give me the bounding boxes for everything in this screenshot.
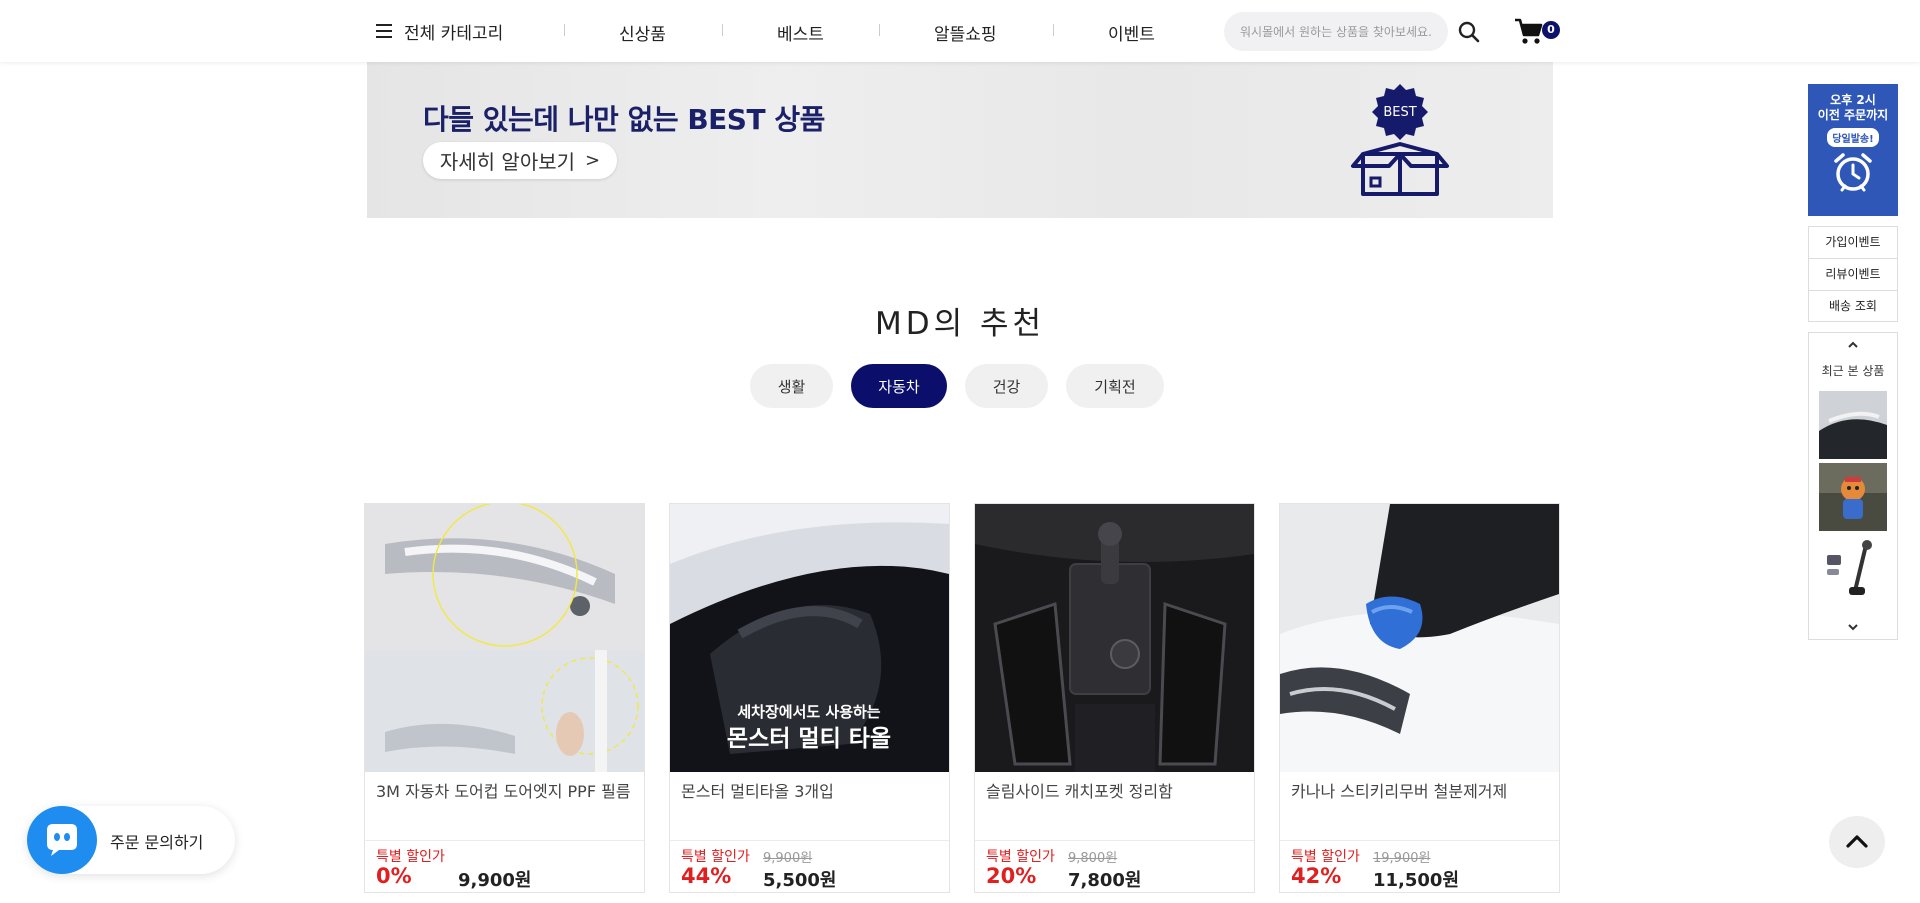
site-header: 전체 카테고리 신상품 베스트 알뜰쇼핑 이벤트 0	[0, 0, 1920, 62]
special-price-label: 특별 할인가	[986, 849, 1055, 865]
banner-button-label: 자세히 알아보기	[439, 150, 576, 174]
menu-icon	[376, 24, 392, 38]
sale-price: 11,500원	[1373, 870, 1460, 891]
md-category-tabs: 생활 자동차 건강 기획전	[750, 364, 1164, 408]
nav-divider	[564, 24, 565, 36]
search-icon[interactable]	[1457, 20, 1481, 44]
side-link-signup-event[interactable]: 가입이벤트	[1808, 226, 1898, 258]
search-input[interactable]	[1240, 24, 1440, 39]
original-price: 9,900원	[763, 851, 813, 866]
sale-price: 5,500원	[763, 870, 837, 891]
nav-divider	[879, 24, 880, 36]
side-link-delivery-tracking[interactable]: 배송 조회	[1808, 290, 1898, 322]
side-link-review-event[interactable]: 리뷰이벤트	[1808, 258, 1898, 290]
product-divider	[365, 840, 644, 841]
cart-count-badge: 0	[1542, 21, 1560, 39]
scroll-to-top-button[interactable]	[1829, 816, 1885, 868]
order-inquiry-chat-button[interactable]: 주문 문의하기	[27, 806, 235, 874]
chevron-up-icon	[1846, 835, 1868, 848]
discount-rate: 44%	[681, 864, 732, 888]
search-box	[1224, 12, 1448, 51]
banner-title: 다들 있는데 나만 없는 BEST 상품	[423, 103, 825, 136]
discount-rate: 20%	[986, 864, 1037, 888]
product-list: 3M 자동차 도어컵 도어엣지 PPF 필름 특별 할인가 0% 9,900원 …	[364, 503, 1560, 893]
special-price-label: 특별 할인가	[681, 849, 750, 865]
tab-health[interactable]: 건강	[965, 364, 1048, 408]
tab-promotion[interactable]: 기획전	[1066, 364, 1164, 408]
best-badge-text: BEST	[1383, 105, 1416, 120]
recent-product-thumb[interactable]	[1819, 463, 1887, 531]
same-day-shipping-banner[interactable]: 오후 2시 이전 주문까지 당일발송!	[1808, 84, 1898, 216]
product-name: 카나나 스티키리무버 철분제거제	[1291, 782, 1508, 801]
chat-icon	[27, 806, 97, 874]
side-links: 가입이벤트 리뷰이벤트 배송 조회	[1808, 226, 1898, 322]
cart-icon	[1515, 18, 1543, 44]
special-price-label: 특별 할인가	[1291, 849, 1360, 865]
sale-price: 7,800원	[1068, 870, 1142, 891]
product-name: 슬림사이드 캐치포켓 정리함	[986, 782, 1173, 801]
nav-new-products[interactable]: 신상품	[619, 20, 666, 45]
tab-car[interactable]: 자동차	[851, 364, 947, 408]
discount-rate: 0%	[376, 864, 412, 888]
special-price-label: 특별 할인가	[376, 849, 445, 865]
recently-viewed-panel: 최근 본 상품	[1808, 332, 1898, 640]
recent-product-thumb[interactable]	[1819, 391, 1887, 459]
product-image	[1280, 504, 1559, 772]
product-image-caption-large: 몬스터 멀티 타올	[727, 726, 891, 752]
product-divider	[975, 840, 1254, 841]
all-categories-button[interactable]: 전체 카테고리	[376, 18, 503, 44]
product-card[interactable]: 카나나 스티키리무버 철분제거제 특별 할인가 19,900원 42% 11,5…	[1279, 503, 1560, 893]
recent-product-thumb[interactable]	[1819, 535, 1887, 603]
tab-living[interactable]: 생활	[750, 364, 833, 408]
recently-viewed-label: 최근 본 상품	[1821, 364, 1885, 378]
same-day-bubble: 당일발송!	[1827, 128, 1879, 147]
deadline-time: 오후 2시	[1830, 93, 1876, 107]
product-card[interactable]: 세차장에서도 사용하는 몬스터 멀티 타올 몬스터 멀티타올 3개입 특별 할인…	[669, 503, 950, 893]
banner-learn-more-button[interactable]: 자세히 알아보기 >	[423, 142, 617, 179]
chevron-up-icon[interactable]	[1809, 333, 1897, 355]
all-categories-label: 전체 카테고리	[404, 23, 504, 44]
nav-divider	[1053, 24, 1054, 36]
product-name: 3M 자동차 도어컵 도어엣지 PPF 필름	[376, 782, 631, 801]
nav-divider	[722, 24, 723, 36]
product-divider	[1280, 840, 1559, 841]
chevron-down-icon[interactable]	[1809, 615, 1897, 637]
chevron-right-icon: >	[585, 150, 601, 171]
product-divider	[670, 840, 949, 841]
deadline-text: 이전 주문까지	[1817, 108, 1889, 122]
nav-bargain-shopping[interactable]: 알뜰쇼핑	[934, 20, 997, 45]
alarm-clock-icon	[1834, 153, 1872, 192]
best-products-banner[interactable]: 다들 있는데 나만 없는 BEST 상품 자세히 알아보기 > BEST	[367, 62, 1553, 218]
chat-label: 주문 문의하기	[110, 833, 204, 852]
cart-button[interactable]: 0	[1514, 17, 1562, 45]
nav-best[interactable]: 베스트	[777, 20, 824, 45]
md-recommend-title: MD의 추천	[874, 306, 1046, 342]
discount-rate: 42%	[1291, 864, 1342, 888]
product-name: 몬스터 멀티타올 3개입	[681, 782, 834, 801]
original-price: 19,900원	[1373, 851, 1431, 866]
product-card[interactable]: 슬림사이드 캐치포켓 정리함 특별 할인가 9,800원 20% 7,800원	[974, 503, 1255, 893]
product-image	[975, 504, 1254, 772]
best-box-icon: BEST	[1351, 84, 1449, 196]
product-card[interactable]: 3M 자동차 도어컵 도어엣지 PPF 필름 특별 할인가 0% 9,900원	[364, 503, 645, 893]
sale-price: 9,900원	[458, 870, 532, 891]
original-price: 9,800원	[1068, 851, 1118, 866]
product-image-caption-small: 세차장에서도 사용하는	[737, 703, 880, 721]
nav-events[interactable]: 이벤트	[1108, 20, 1155, 45]
product-image: 세차장에서도 사용하는 몬스터 멀티 타올	[670, 504, 949, 772]
product-image	[365, 504, 644, 772]
